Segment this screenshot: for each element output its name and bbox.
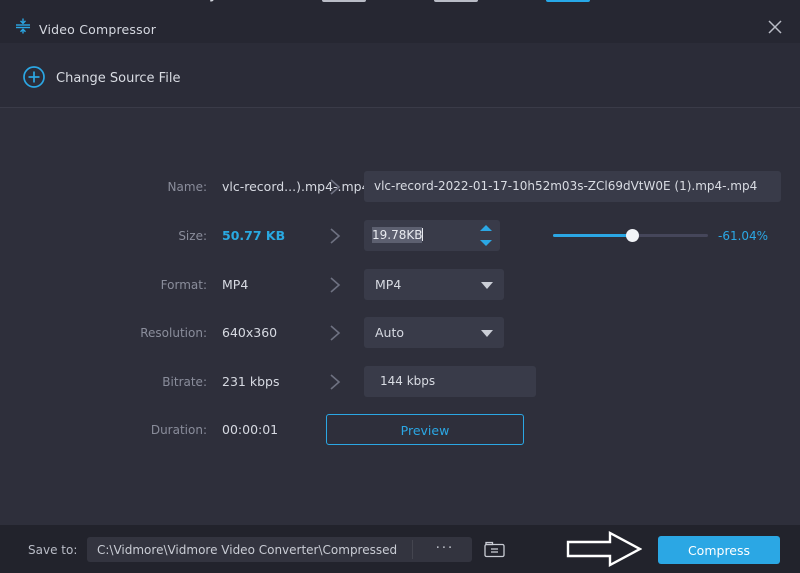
mv-tab-icon[interactable] <box>434 0 478 2</box>
chevron-down-icon <box>481 282 493 289</box>
change-source-file-button[interactable]: Change Source File <box>56 71 180 86</box>
text-caret <box>422 228 423 241</box>
plus-circle-icon[interactable] <box>22 65 46 89</box>
name-label: Name: <box>0 180 207 194</box>
chevron-right-icon <box>325 177 345 197</box>
close-icon[interactable] <box>762 16 788 38</box>
chevron-right-icon <box>325 226 345 246</box>
size-stepper[interactable] <box>477 223 497 248</box>
slider-fill <box>553 234 632 237</box>
caret-up-icon[interactable] <box>480 225 492 231</box>
chevron-down-icon <box>481 330 493 337</box>
preview-button[interactable]: Preview <box>326 414 524 445</box>
active-tab-icon[interactable] <box>546 0 590 2</box>
row-bitrate: Bitrate: 231 kbps 144 kbps <box>0 366 800 400</box>
format-dropdown[interactable]: MP4 <box>364 269 504 300</box>
size-original-value: 50.77 KB <box>222 228 285 243</box>
format-label: Format: <box>0 278 207 292</box>
row-duration: Duration: 00:00:01 Preview <box>0 414 800 448</box>
browse-more-button[interactable]: ··· <box>428 539 462 560</box>
slider-handle[interactable] <box>626 229 639 242</box>
change-source-bar: Change Source File <box>0 43 800 108</box>
save-path-value: C:\Vidmore\Vidmore Video Converter\Compr… <box>97 543 407 557</box>
top-tabbar-partial <box>0 0 800 9</box>
name-input[interactable]: vlc-record-2022-01-17-10h52m03s-ZCl69dVt… <box>364 171 781 202</box>
size-label: Size: <box>0 229 207 243</box>
compress-button[interactable]: Compress <box>658 536 780 564</box>
name-original-value: vlc-record...).mp4-.mp4 <box>222 179 370 194</box>
video-compressor-window: Video Compressor Change Source File Name… <box>0 0 800 573</box>
size-slider[interactable] <box>553 228 708 244</box>
duration-value: 00:00:01 <box>222 422 278 437</box>
compress-settings-panel: Name: vlc-record...).mp4-.mp4 vlc-record… <box>0 108 800 525</box>
size-input-selected-text: 19.78KB <box>372 227 422 243</box>
bottom-toolbar: Save to: C:\Vidmore\Vidmore Video Conver… <box>0 525 800 573</box>
bitrate-original-value: 231 kbps <box>222 374 279 389</box>
duration-label: Duration: <box>0 423 207 437</box>
format-dropdown-value: MP4 <box>375 277 401 292</box>
folder-open-icon[interactable] <box>482 538 508 560</box>
row-format: Format: MP4 MP4 <box>0 269 800 303</box>
chevron-right-icon <box>325 323 345 343</box>
bitrate-input[interactable]: 144 kbps <box>364 366 536 397</box>
chevron-right-icon <box>325 275 345 295</box>
resolution-dropdown-value: Auto <box>375 325 404 340</box>
save-path-field[interactable]: C:\Vidmore\Vidmore Video Converter\Compr… <box>87 537 472 562</box>
window-title: Video Compressor <box>39 22 156 37</box>
resolution-original-value: 640x360 <box>222 325 277 340</box>
bitrate-label: Bitrate: <box>0 375 207 389</box>
path-divider <box>412 540 413 559</box>
toolbox-tab-icon[interactable] <box>322 0 366 2</box>
format-original-value: MP4 <box>222 277 248 292</box>
resolution-dropdown[interactable]: Auto <box>364 317 504 348</box>
row-size: Size: 50.77 KB 19.78KB -61.04% <box>0 220 800 254</box>
resolution-label: Resolution: <box>0 326 207 340</box>
titlebar: Video Compressor <box>0 9 800 43</box>
caret-down-icon[interactable] <box>480 240 492 246</box>
converter-tab-icon[interactable] <box>205 0 243 9</box>
row-name: Name: vlc-record...).mp4-.mp4 vlc-record… <box>0 171 800 205</box>
size-percent-label: -61.04% <box>718 229 768 243</box>
chevron-right-icon <box>325 372 345 392</box>
compress-icon <box>14 17 32 35</box>
row-resolution: Resolution: 640x360 Auto <box>0 317 800 351</box>
save-to-label: Save to: <box>28 543 77 557</box>
